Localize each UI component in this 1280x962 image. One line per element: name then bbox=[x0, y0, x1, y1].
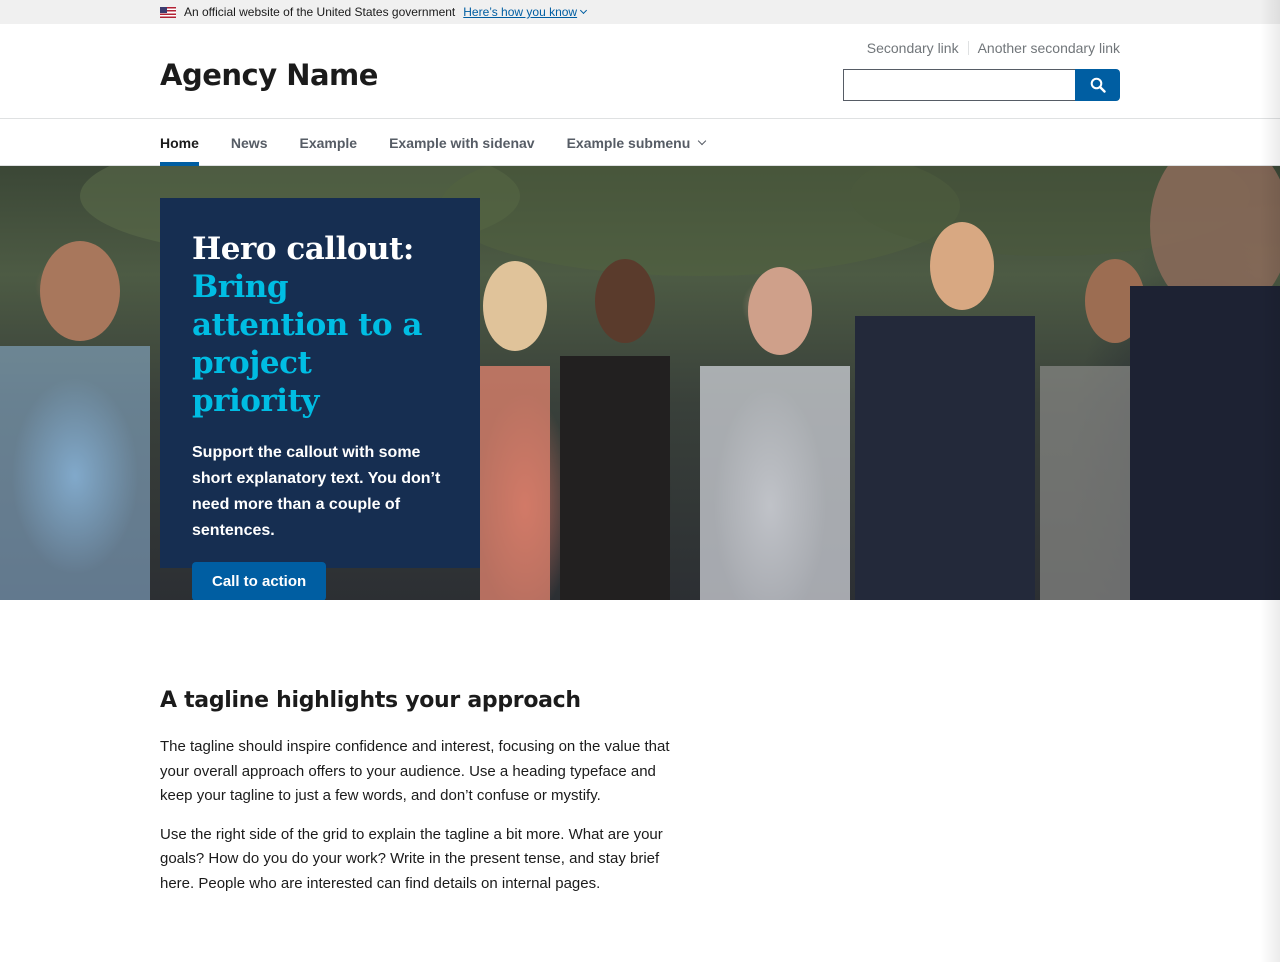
nav-item-example-submenu-label: Example submenu bbox=[566, 134, 691, 151]
heres-how-you-know-label: Here’s how you know bbox=[463, 5, 578, 19]
hero-callout-text: Support the callout with some short expl… bbox=[192, 444, 441, 539]
gov-banner: An official website of the United States… bbox=[0, 0, 1280, 24]
chevron-down-icon bbox=[580, 6, 588, 15]
hero-callout-heading-lead: Hero callout: bbox=[192, 231, 414, 267]
nav-item-example[interactable]: Example bbox=[299, 119, 357, 166]
hero-callout: Hero callout: Bring attention to a proje… bbox=[160, 198, 480, 600]
secondary-links: Secondary link Another secondary link bbox=[867, 40, 1120, 56]
tagline-section: A tagline highlights your approach The t… bbox=[160, 688, 680, 896]
nav-item-home[interactable]: Home bbox=[160, 119, 199, 166]
call-to-action-button[interactable]: Call to action bbox=[192, 562, 327, 600]
heres-how-you-know-link[interactable]: Here’s how you know bbox=[463, 5, 588, 19]
search-form bbox=[843, 69, 1120, 101]
agency-name-logo[interactable]: Agency Name bbox=[160, 58, 378, 92]
hero-callout-heading: Hero callout: Bring attention to a proje… bbox=[192, 230, 448, 420]
another-secondary-link[interactable]: Another secondary link bbox=[978, 40, 1120, 56]
tagline-heading: A tagline highlights your approach bbox=[160, 688, 581, 713]
us-flag-icon bbox=[160, 6, 176, 18]
chevron-down-icon bbox=[698, 136, 707, 146]
hero-section: Hero callout: Bring attention to a proje… bbox=[0, 166, 1280, 600]
search-icon bbox=[1090, 77, 1106, 93]
nav-item-example-with-sidenav[interactable]: Example with sidenav bbox=[389, 119, 535, 166]
gov-banner-text: An official website of the United States… bbox=[184, 5, 456, 19]
search-input[interactable] bbox=[843, 69, 1075, 101]
hero-callout-heading-accent: Bring attention to a project priority bbox=[192, 269, 422, 419]
primary-nav: Home News Example Example with sidenav E… bbox=[0, 119, 1280, 166]
tagline-paragraph: Use the right side of the grid to explai… bbox=[160, 825, 663, 892]
site-header: Agency Name Secondary link Another secon… bbox=[0, 24, 1280, 119]
nav-item-example-submenu[interactable]: Example submenu bbox=[566, 119, 707, 166]
secondary-link[interactable]: Secondary link bbox=[867, 40, 959, 56]
search-button[interactable] bbox=[1075, 69, 1120, 101]
tagline-paragraph: The tagline should inspire confidence an… bbox=[160, 738, 670, 804]
secondary-link-divider bbox=[967, 41, 969, 55]
nav-item-news[interactable]: News bbox=[231, 119, 268, 166]
